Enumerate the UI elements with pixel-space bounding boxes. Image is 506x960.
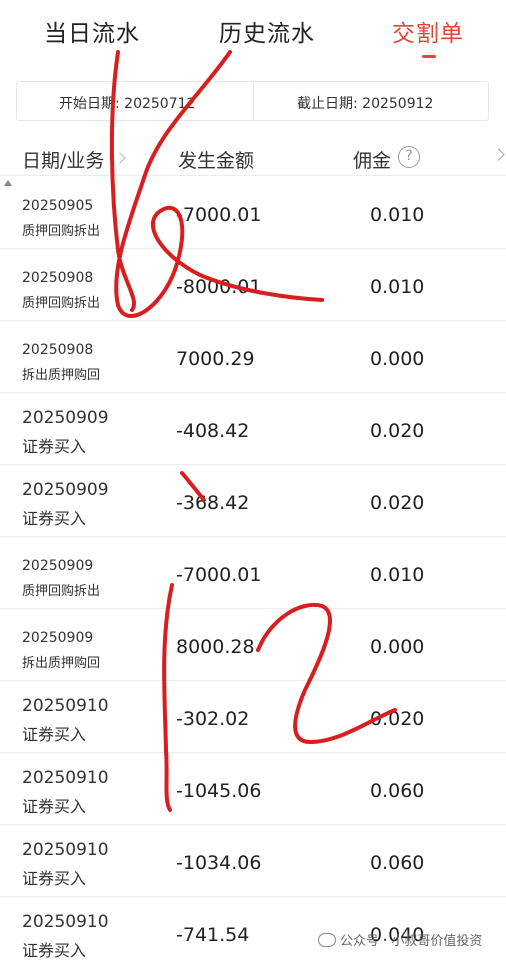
table-row[interactable]: 20250910 证券买入 -302.02 0.020 (0, 681, 506, 753)
row-date: 20250910 (22, 768, 109, 788)
header-date-business[interactable]: 日期/业务 (22, 146, 104, 173)
table-row[interactable]: 20250908 质押回购拆出 -8000.01 0.010 (0, 249, 506, 321)
row-date: 20250908 (22, 342, 94, 358)
header-commission: 佣金 (353, 150, 392, 172)
tab-settlement[interactable]: 交割单 (392, 14, 464, 48)
row-date: 20250910 (22, 912, 109, 932)
start-date-value: 20250712 (124, 96, 196, 112)
row-business: 拆出质押购回 (22, 368, 101, 383)
row-commission: 0.060 (370, 780, 425, 802)
tab-history-flow[interactable]: 历史流水 (219, 14, 315, 48)
row-business: 拆出质押购回 (22, 656, 101, 671)
active-tab-indicator (422, 55, 436, 58)
row-date: 20250909 (22, 558, 94, 574)
end-date-label: 截止日期: (297, 96, 358, 112)
table-row[interactable]: 20250909 证券买入 -408.42 0.020 (0, 393, 506, 465)
row-business: 证券买入 (22, 869, 87, 888)
table-row[interactable]: 20250910 证券买入 -1045.06 0.060 (0, 753, 506, 825)
table-row[interactable]: 20250909 证券买入 -368.42 0.020 (0, 465, 506, 537)
row-amount: -1045.06 (176, 780, 262, 802)
row-amount: -7000.01 (176, 204, 262, 226)
wechat-icon (318, 933, 336, 947)
row-date: 20250909 (22, 408, 109, 428)
watermark-text: 公众号 · 小叔哥价值投资 (340, 934, 483, 949)
row-date: 20250909 (22, 630, 94, 646)
row-date: 20250908 (22, 270, 94, 286)
row-business: 证券买入 (22, 437, 87, 456)
table-row[interactable]: 20250910 证券买入 -1034.06 0.060 (0, 825, 506, 897)
row-business: 证券买入 (22, 797, 87, 816)
end-date-field[interactable]: 截止日期: 20250912 (297, 93, 433, 113)
row-amount: -741.54 (176, 924, 250, 946)
header-amount: 发生金额 (178, 150, 255, 172)
row-business: 证券买入 (22, 941, 87, 960)
row-amount: 7000.29 (176, 348, 255, 370)
row-business: 证券买入 (22, 509, 87, 528)
row-commission: 0.010 (370, 564, 425, 586)
row-amount: -302.02 (176, 708, 250, 730)
tab-today-flow[interactable]: 当日流水 (44, 14, 140, 48)
row-amount: 8000.28 (176, 636, 255, 658)
row-business: 质押回购拆出 (22, 296, 101, 311)
tab-bar: 当日流水 历史流水 交割单 (0, 0, 506, 70)
row-date: 20250905 (22, 198, 94, 214)
row-commission: 0.000 (370, 348, 425, 370)
table-row[interactable]: 20250908 拆出质押购回 7000.29 0.000 (0, 321, 506, 393)
row-date: 20250910 (22, 840, 109, 860)
row-date: 20250910 (22, 696, 109, 716)
transaction-list: 20250905 质押回购拆出 -7000.01 0.010 20250908 质押回购拆… (0, 177, 506, 960)
help-circle-icon[interactable]: ? (398, 146, 420, 168)
row-amount: -8000.01 (176, 276, 262, 298)
row-amount: -408.42 (176, 420, 250, 442)
start-date-field[interactable]: 开始日期: 20250712 (59, 93, 195, 113)
table-row[interactable]: 20250910 证券买入 -741.54 0.040 (0, 897, 506, 960)
table-header: 日期/业务 发生金额 佣金 (0, 140, 506, 176)
row-amount: -1034.06 (176, 852, 262, 874)
watermark: 公众号 · 小叔哥价值投资 (318, 930, 482, 949)
row-commission: 0.020 (370, 420, 425, 442)
row-commission: 0.020 (370, 708, 425, 730)
table-row[interactable]: 20250909 拆出质押购回 8000.28 0.000 (0, 609, 506, 681)
row-business: 证券买入 (22, 725, 87, 744)
row-date: 20250909 (22, 480, 109, 500)
row-commission: 0.000 (370, 636, 425, 658)
date-divider (253, 82, 254, 120)
start-date-label: 开始日期: (59, 96, 120, 112)
date-range-box: 开始日期: 20250712 截止日期: 20250912 (16, 81, 489, 121)
row-commission: 0.010 (370, 276, 425, 298)
row-business: 质押回购拆出 (22, 224, 101, 239)
row-commission: 0.060 (370, 852, 425, 874)
row-amount: -7000.01 (176, 564, 262, 586)
row-amount: -368.42 (176, 492, 250, 514)
table-row[interactable]: 20250905 质押回购拆出 -7000.01 0.010 (0, 177, 506, 249)
end-date-value: 20250912 (362, 96, 434, 112)
row-commission: 0.020 (370, 492, 425, 514)
row-business: 质押回购拆出 (22, 584, 101, 599)
table-row[interactable]: 20250909 质押回购拆出 -7000.01 0.010 (0, 537, 506, 609)
row-commission: 0.010 (370, 204, 425, 226)
